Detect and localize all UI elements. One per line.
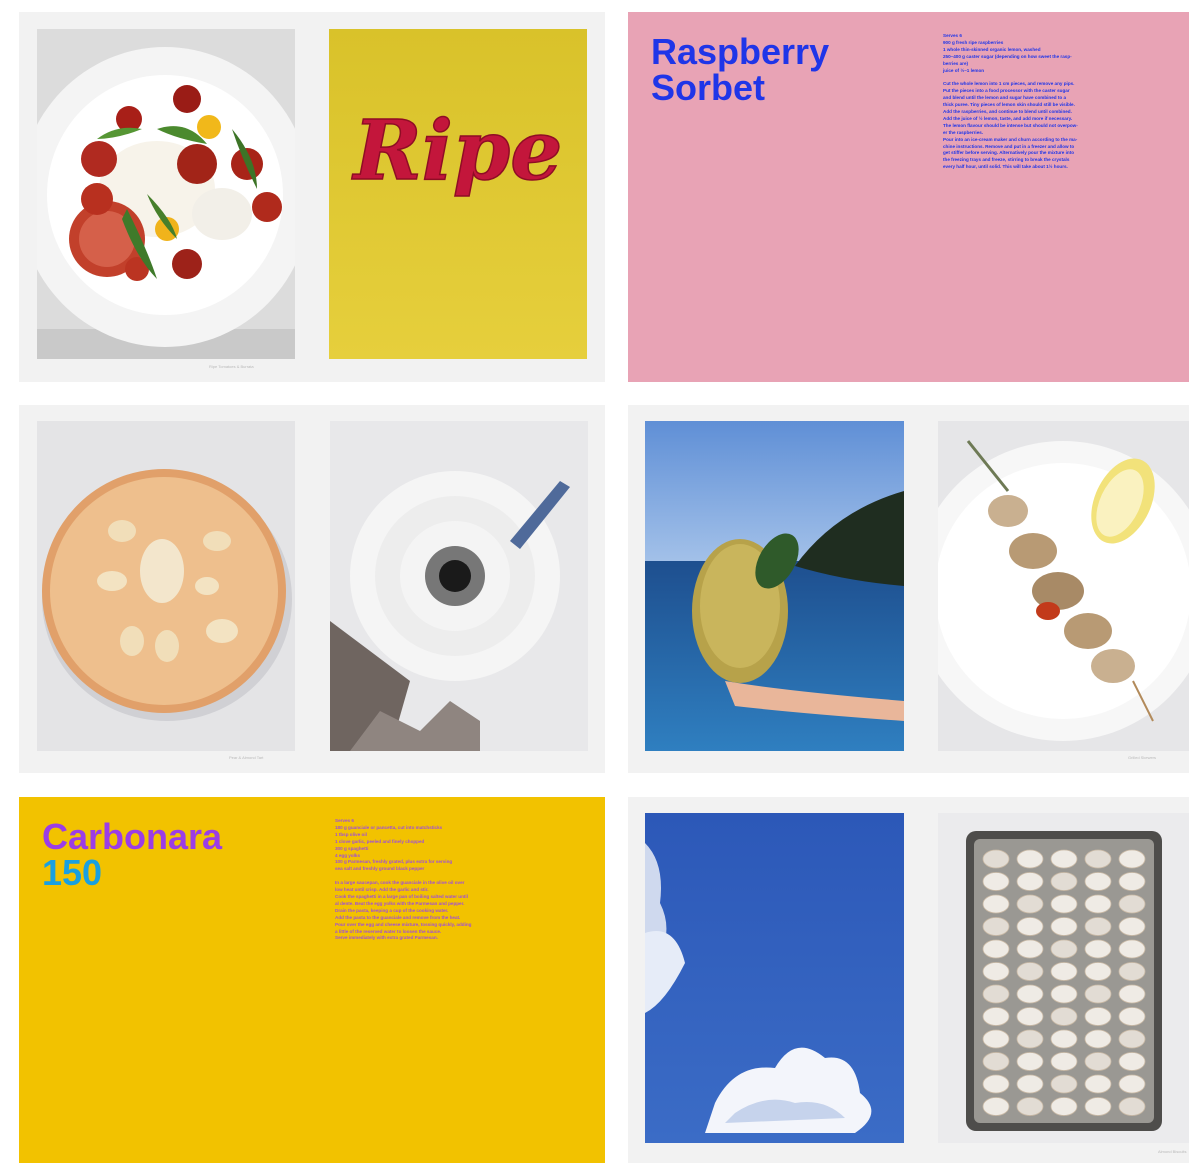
biscuit (1084, 1052, 1112, 1071)
biscuit (1118, 1052, 1146, 1071)
ripe-lettering-photo: Ripe (329, 29, 587, 359)
recipe-number: 150 (42, 852, 103, 893)
biscuit (1050, 1007, 1078, 1026)
biscuit (1050, 1029, 1078, 1049)
biscuit (1016, 849, 1044, 869)
photo-caption: Pear & Almond Tart (229, 755, 264, 760)
photo-caption: Almond Biscuits (1158, 1149, 1187, 1154)
recipe-title: Raspberry Sorbet (651, 34, 829, 106)
biscuit (1084, 917, 1112, 936)
biscuit (982, 939, 1010, 959)
biscuit (982, 1052, 1010, 1071)
biscuit (1084, 1097, 1112, 1116)
biscuit (1050, 1097, 1078, 1116)
biscuit (1118, 939, 1146, 959)
biscuit (1016, 1074, 1044, 1094)
biscuit (982, 1007, 1010, 1026)
biscuit (1016, 917, 1044, 936)
biscuit (1084, 1007, 1112, 1026)
biscuit (1016, 1097, 1044, 1116)
spread-sky-biscuits: Almond Biscuits (628, 797, 1189, 1163)
biscuit (1016, 962, 1044, 981)
biscuit (982, 894, 1010, 914)
biscuit (1050, 1052, 1078, 1071)
lemon-held-over-sea-photo (645, 421, 904, 751)
biscuit (1050, 939, 1078, 959)
biscuit (1050, 917, 1078, 936)
biscuit (1050, 872, 1078, 891)
biscuit (1118, 849, 1146, 869)
biscuit (1084, 984, 1112, 1004)
biscuit (1118, 894, 1146, 914)
recipe-title-line: Carbonara (42, 816, 223, 857)
photo-caption: Grilled Skewers (1128, 755, 1157, 760)
biscuit (982, 872, 1010, 891)
recipe-text: Serves 6 900 g fresh ripe raspberries 1 … (943, 33, 1078, 170)
grilled-skewer-plate-photo (938, 421, 1189, 751)
pear-almond-tart-photo (37, 421, 295, 751)
biscuit (1050, 962, 1078, 981)
photo-caption: Ripe Tomatoes & Burrata (209, 364, 254, 369)
biscuit (1050, 1074, 1078, 1094)
recipe-title-line-1: Raspberry (651, 31, 830, 72)
biscuit (1084, 962, 1112, 981)
biscuit (1016, 1052, 1044, 1071)
biscuit (1118, 1029, 1146, 1049)
spread-carbonara: Carbonara 150 Serves 6 180 g guanciale o… (19, 797, 605, 1163)
spread-raspberry-sorbet: Raspberry Sorbet Serves 6 900 g fresh ri… (628, 12, 1189, 382)
biscuit (1118, 872, 1146, 891)
biscuit (1016, 1029, 1044, 1049)
spread-tart-staircase: Pear & Almond Tart (19, 405, 605, 773)
biscuit (1118, 917, 1146, 936)
biscuit (1118, 962, 1146, 981)
recipe-title: Carbonara 150 (42, 819, 222, 891)
biscuit (982, 917, 1010, 936)
tomato-burrata-plate-photo (37, 29, 295, 359)
biscuit (1118, 984, 1146, 1004)
svg-text:Ripe: Ripe (352, 103, 563, 199)
biscuit (1050, 894, 1078, 914)
biscuit (1084, 1029, 1112, 1049)
biscuit (1050, 984, 1078, 1004)
biscuit (1050, 849, 1078, 869)
biscuit (982, 849, 1010, 869)
biscuit (982, 1074, 1010, 1094)
biscuit (982, 984, 1010, 1004)
recipe-text: Serves 6 180 g guanciale or pancetta, cu… (335, 818, 472, 941)
biscuit (1016, 984, 1044, 1004)
biscuit (982, 962, 1010, 981)
biscuit (1016, 872, 1044, 891)
biscuit (1016, 894, 1044, 914)
biscuit (982, 1097, 1010, 1116)
biscuit (1084, 872, 1112, 891)
sky-clouds-photo (645, 813, 904, 1143)
biscuit (1016, 1007, 1044, 1026)
spread-lemon-skewer: Grilled Skewers (628, 405, 1189, 773)
biscuit (1118, 1074, 1146, 1094)
recipe-title-line-2: Sorbet (651, 67, 766, 108)
biscuit (982, 1029, 1010, 1049)
biscuits-baking-tray-photo (938, 813, 1189, 1143)
biscuit (1084, 939, 1112, 959)
biscuit (1084, 894, 1112, 914)
biscuit (1016, 939, 1044, 959)
biscuit (1118, 1007, 1146, 1026)
biscuit (1084, 849, 1112, 869)
biscuit (1118, 1097, 1146, 1116)
spiral-staircase-photo (330, 421, 588, 751)
biscuit (1084, 1074, 1112, 1094)
spread-tomato-ripe: Ripe Ripe Tomatoes & Burrata (19, 12, 605, 382)
